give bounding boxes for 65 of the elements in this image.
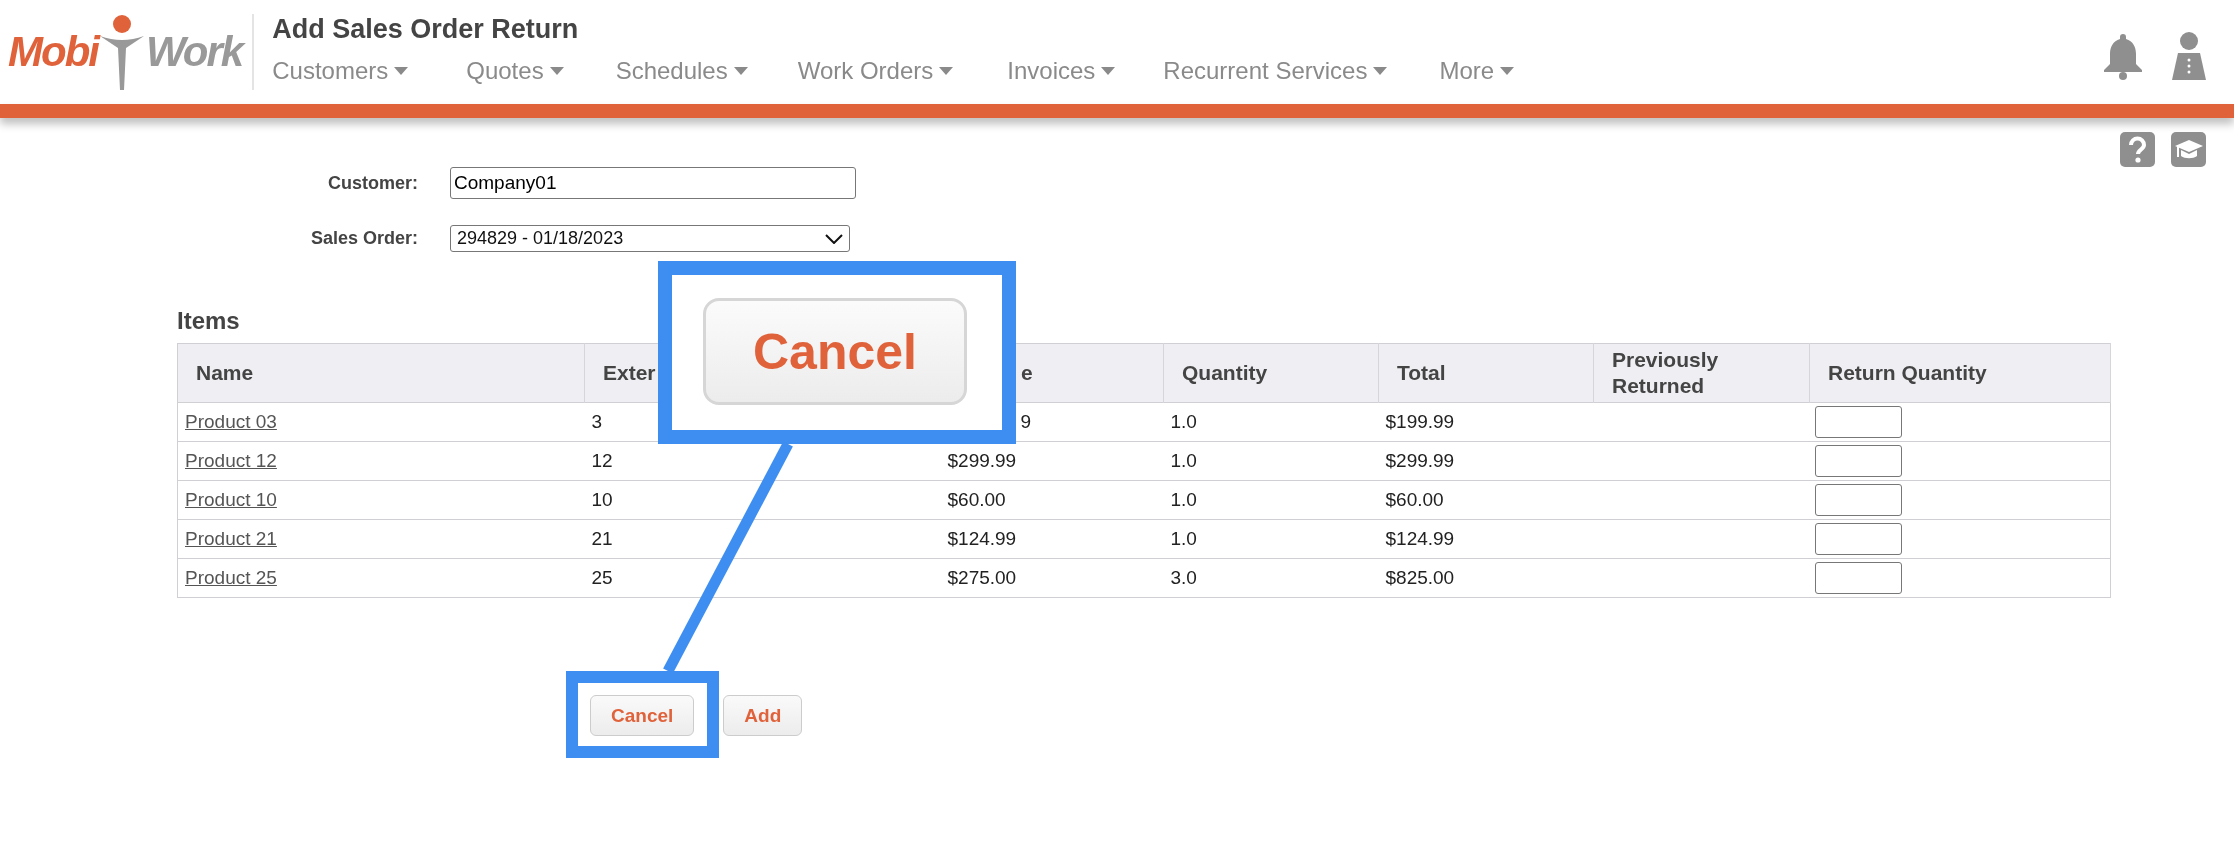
table-cell: 3 bbox=[591, 411, 603, 432]
table-cell: $60.00 bbox=[1385, 489, 1444, 510]
table-cell: $275.00 bbox=[947, 567, 1017, 588]
table-cell: $124.99 bbox=[947, 528, 1017, 549]
bell-icon[interactable] bbox=[2102, 32, 2144, 80]
field-label: Customer: bbox=[327, 172, 418, 194]
table-cell: $299.99 bbox=[1385, 450, 1455, 471]
return-quantity-field[interactable] bbox=[1814, 484, 1902, 516]
nav-menu[interactable]: More bbox=[1439, 57, 1515, 85]
nav-menu[interactable]: Invoices bbox=[1007, 57, 1116, 85]
table-cell: 3.0 bbox=[1170, 567, 1197, 588]
column-header: Quantity bbox=[1163, 343, 1379, 403]
column-header: Total bbox=[1378, 343, 1594, 403]
table-cell: $299.99 bbox=[947, 450, 1017, 471]
caret-icon bbox=[939, 67, 954, 75]
table-cell: $60.00 bbox=[947, 489, 1006, 510]
caret-icon bbox=[549, 67, 564, 75]
logo-text: Mobi bbox=[8, 28, 98, 76]
table-cell: 9 bbox=[1020, 411, 1032, 432]
product-link[interactable]: Product 21 bbox=[185, 528, 277, 549]
nav-menu[interactable]: Quotes bbox=[466, 57, 564, 85]
nav-menu[interactable]: Work Orders bbox=[797, 57, 954, 85]
table-cell: 1.0 bbox=[1170, 411, 1197, 432]
return-quantity-field[interactable] bbox=[1814, 406, 1902, 438]
graduation-cap-icon[interactable] bbox=[2171, 132, 2206, 167]
field-label: Sales Order: bbox=[309, 228, 418, 249]
column-header: Name bbox=[177, 343, 585, 403]
table-cell: 21 bbox=[591, 528, 613, 549]
caret-icon bbox=[1373, 67, 1388, 75]
table-cell: 25 bbox=[591, 567, 613, 588]
caret-icon bbox=[733, 67, 748, 75]
return-quantity-field[interactable] bbox=[1814, 562, 1902, 594]
table-cell: 1.0 bbox=[1170, 450, 1197, 471]
product-link[interactable]: Product 12 bbox=[185, 450, 277, 471]
product-link[interactable]: Product 25 bbox=[185, 567, 277, 588]
return-quantity-field[interactable] bbox=[1814, 523, 1902, 555]
add-button[interactable]: Add bbox=[723, 695, 803, 736]
table-cell: 1.0 bbox=[1170, 489, 1197, 510]
caret-icon bbox=[1101, 67, 1116, 75]
nav-menu[interactable]: Customers bbox=[272, 57, 409, 85]
page-title: Add Sales Order Return bbox=[272, 14, 580, 45]
return-quantity-field[interactable] bbox=[1814, 445, 1902, 477]
magnified-cancel-button[interactable]: Cancel bbox=[703, 298, 967, 405]
logo-text: Work bbox=[145, 28, 243, 76]
cancel-button[interactable]: Cancel bbox=[590, 695, 695, 736]
user-icon[interactable] bbox=[2170, 32, 2208, 80]
product-link[interactable]: Product 10 bbox=[185, 489, 277, 510]
table-cell: 12 bbox=[591, 450, 613, 471]
caret-icon bbox=[1500, 67, 1515, 75]
nav-menu[interactable]: Recurrent Services bbox=[1163, 57, 1388, 85]
table-cell: 10 bbox=[591, 489, 613, 510]
table-cell: $825.00 bbox=[1385, 567, 1455, 588]
table-cell: $124.99 bbox=[1385, 528, 1455, 549]
help-icon[interactable] bbox=[2120, 132, 2155, 167]
table-cell: $199.99 bbox=[1385, 411, 1455, 432]
column-header: Previously Returned bbox=[1593, 343, 1810, 403]
sales-order-select[interactable]: 294829 - 01/18/2023 bbox=[450, 225, 850, 252]
customer-field[interactable]: Company01 bbox=[450, 167, 856, 199]
product-link[interactable]: Product 03 bbox=[185, 411, 277, 432]
column-header: Return Quantity bbox=[1809, 343, 2111, 403]
table-cell: 1.0 bbox=[1170, 528, 1197, 549]
chevron-down-icon bbox=[825, 233, 843, 244]
caret-icon bbox=[394, 67, 409, 75]
section-title: Items bbox=[177, 307, 241, 335]
nav-menu[interactable]: Schedules bbox=[615, 57, 748, 85]
